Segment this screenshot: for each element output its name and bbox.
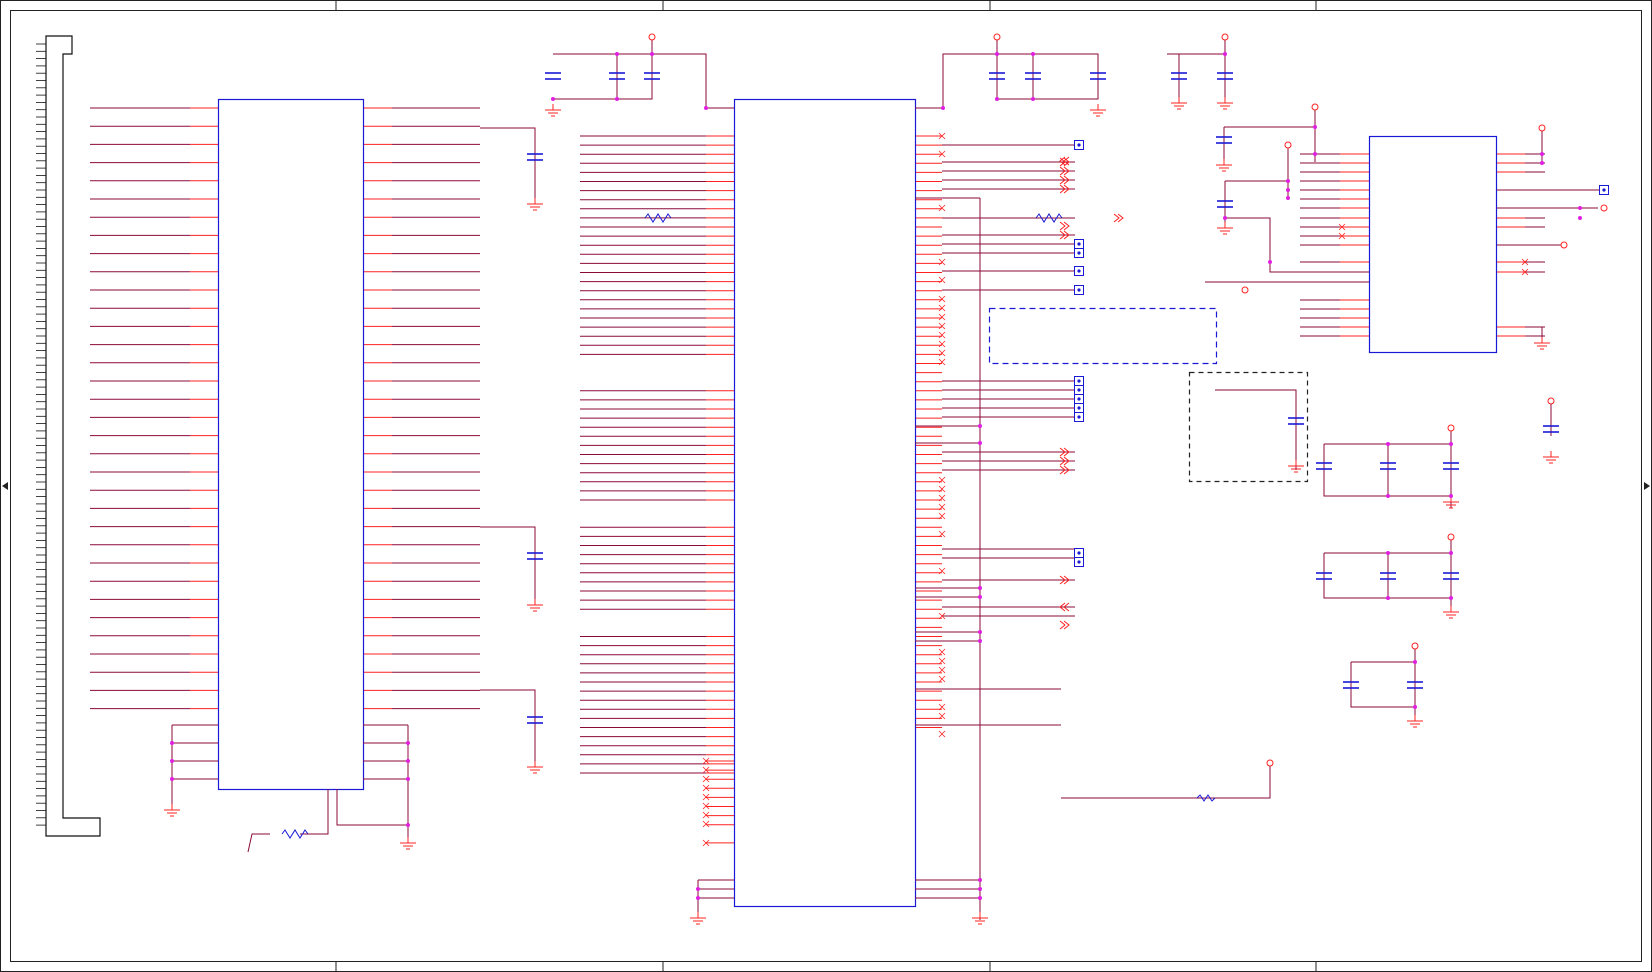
- junction-dot: [978, 887, 982, 891]
- power-port: [1411, 642, 1419, 650]
- power-port: [1311, 103, 1319, 111]
- junction-dot: [1223, 216, 1227, 220]
- offsheet-arrow: [1059, 221, 1070, 231]
- offsheet-arrow: [1059, 620, 1070, 630]
- test-point-pad: [1602, 188, 1606, 192]
- junction-dot: [696, 896, 700, 900]
- junction-dot: [650, 52, 654, 56]
- junction-dot: [1386, 494, 1390, 498]
- junction-dot: [170, 759, 174, 763]
- resistors: [281, 213, 1216, 839]
- border-arrows: [2, 482, 1650, 490]
- junction-dot: [615, 52, 619, 56]
- dashed-note-box: [988, 307, 1218, 365]
- junction-dot: [1578, 206, 1582, 210]
- junction-dot: [1223, 52, 1227, 56]
- junction-dot: [1386, 442, 1390, 446]
- test-point-pad: [1077, 269, 1081, 273]
- junction-dot: [1540, 152, 1544, 156]
- junction-dot: [1268, 260, 1272, 264]
- test-point-pad: [1077, 288, 1081, 292]
- test-point-pad: [1077, 242, 1081, 246]
- junction-dot: [1286, 196, 1290, 200]
- junction-dot: [1449, 442, 1453, 446]
- junction-dot: [406, 759, 410, 763]
- junction-dot: [170, 777, 174, 781]
- power-port: [648, 33, 656, 41]
- test-point-pad: [1077, 551, 1081, 555]
- ground-symbols: [164, 97, 1559, 925]
- ic-right: [1300, 127, 1600, 354]
- junction-dot: [978, 586, 982, 590]
- junction-dot: [978, 878, 982, 882]
- junction-dot: [995, 97, 999, 101]
- power-port: [1600, 204, 1608, 212]
- power-port: [1447, 533, 1455, 541]
- junction-dots: [170, 52, 1582, 900]
- junction-dot: [1540, 161, 1544, 165]
- junction-dot: [978, 639, 982, 643]
- junction-dot: [1449, 551, 1453, 555]
- junction-dot: [704, 106, 708, 110]
- offsheet-arrow: [1113, 213, 1124, 223]
- junction-dot: [1031, 97, 1035, 101]
- junction-dot: [978, 630, 982, 634]
- junction-dot: [1578, 216, 1582, 220]
- junction-dot: [941, 106, 945, 110]
- power-port: [1221, 33, 1229, 41]
- junction-dot: [978, 424, 982, 428]
- power-port: [1241, 286, 1249, 294]
- power-port: [993, 33, 1001, 41]
- edge-connector-pins: [36, 43, 46, 826]
- junction-dot: [1313, 125, 1317, 129]
- test-point-pad: [1077, 415, 1081, 419]
- junction-dot: [1386, 596, 1390, 600]
- sheet-frame: [0, 0, 1652, 972]
- junction-dot: [1313, 152, 1317, 156]
- test-point-pad: [1077, 406, 1081, 410]
- power-port: [1266, 759, 1274, 767]
- junction-dot: [1449, 596, 1453, 600]
- test-point-pad: [1077, 379, 1081, 383]
- power-port: [1538, 124, 1546, 132]
- junction-dot: [696, 887, 700, 891]
- power-ports: [648, 33, 1608, 767]
- junction-dot: [995, 52, 999, 56]
- junction-dot: [978, 441, 982, 445]
- junction-dot: [406, 741, 410, 745]
- dashed-rf-box: [1188, 371, 1309, 483]
- junction-dot: [406, 823, 410, 827]
- ic-left: [90, 98, 480, 791]
- test-points: [1074, 140, 1609, 567]
- power-port: [1560, 241, 1568, 249]
- no-connect-marks: [702, 132, 1529, 847]
- junction-dot: [551, 97, 555, 101]
- junction-dot: [978, 896, 982, 900]
- power-port: [1284, 141, 1292, 149]
- right-power-network: [1205, 110, 1552, 719]
- test-point-pad: [1077, 397, 1081, 401]
- test-point-pad: [1077, 251, 1081, 255]
- test-point-pad: [1077, 388, 1081, 392]
- test-point-pad: [1077, 143, 1081, 147]
- junction-dot: [1286, 188, 1290, 192]
- junction-dot: [406, 777, 410, 781]
- junction-dot: [978, 595, 982, 599]
- test-point-pad: [1077, 560, 1081, 564]
- junction-dot: [1413, 705, 1417, 709]
- power-port: [1447, 424, 1455, 432]
- junction-dot: [1386, 551, 1390, 555]
- schematic-sheet: [0, 0, 1652, 972]
- junction-dot: [1286, 179, 1290, 183]
- power-port: [1547, 397, 1555, 405]
- left-decoupling-network: [171, 127, 536, 853]
- junction-dot: [1413, 660, 1417, 664]
- junction-dot: [1449, 494, 1453, 498]
- junction-dot: [170, 741, 174, 745]
- junction-dot: [1031, 52, 1035, 56]
- junction-dot: [615, 97, 619, 101]
